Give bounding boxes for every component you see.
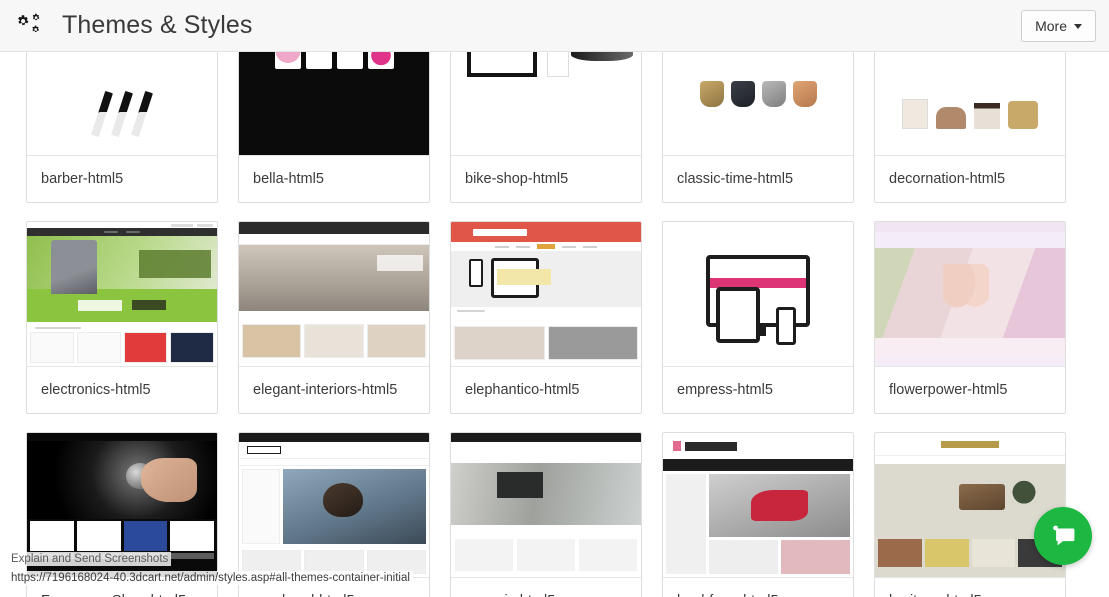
theme-thumbnail	[27, 222, 217, 367]
theme-thumbnail	[239, 222, 429, 367]
theme-card-elegant-interiors[interactable]: elegant-interiors-html5	[238, 221, 430, 414]
theme-card-bike-shop[interactable]: bike-shop-html5	[450, 52, 642, 203]
theme-card-heritage[interactable]: heritage-html5	[874, 432, 1066, 597]
more-button-label: More	[1035, 18, 1067, 34]
theme-name: classic-time-html5	[663, 156, 853, 202]
theme-card-empress[interactable]: empress-html5	[662, 221, 854, 414]
theme-thumbnail	[451, 433, 641, 578]
theme-card-elephantico[interactable]: elephantico-html5	[450, 221, 642, 414]
theme-card-barber[interactable]: barber-html5	[26, 52, 218, 203]
theme-name: empress-html5	[663, 367, 853, 413]
theme-name: heel-farm-html5	[663, 578, 853, 597]
theme-card-bella[interactable]: bella-html5	[238, 52, 430, 203]
themes-grid-viewport[interactable]: barber-html5 bella-html5 bike-shop-html5	[0, 52, 1109, 597]
theme-card-decornation[interactable]: decornation-html5	[874, 52, 1066, 203]
theme-name: genesis-html5	[451, 578, 641, 597]
chat-widget-button[interactable]	[1034, 507, 1092, 565]
theme-thumbnail	[239, 52, 429, 156]
theme-name: decornation-html5	[875, 156, 1065, 202]
theme-name: flowerpower-html5	[875, 367, 1065, 413]
theme-thumbnail	[663, 222, 853, 367]
theme-thumbnail	[875, 52, 1065, 156]
theme-thumbnail	[875, 433, 1065, 578]
theme-name: bike-shop-html5	[451, 156, 641, 202]
theme-thumbnail	[451, 52, 641, 156]
more-button[interactable]: More	[1021, 10, 1096, 42]
themes-grid: barber-html5 bella-html5 bike-shop-html5	[0, 52, 1109, 597]
theme-name: elephantico-html5	[451, 367, 641, 413]
theme-name: bella-html5	[239, 156, 429, 202]
cogs-icon	[14, 9, 48, 43]
page-title: Themes & Styles	[62, 11, 253, 39]
theme-card-electronics[interactable]: electronics-html5	[26, 221, 218, 414]
status-bar-url: https://7196168024-40.3dcart.net/admin/s…	[8, 571, 413, 585]
theme-card-classic-time[interactable]: classic-time-html5	[662, 52, 854, 203]
theme-thumbnail	[27, 52, 217, 156]
theme-name: elegant-interiors-html5	[239, 367, 429, 413]
screenshot-tooltip: Explain and Send Screenshots	[8, 552, 172, 566]
theme-card-flowerpower[interactable]: flowerpower-html5	[874, 221, 1066, 414]
theme-thumbnail	[663, 52, 853, 156]
app-header: Themes & Styles More	[0, 0, 1109, 52]
theme-card-heel-farm[interactable]: heel-farm-html5	[662, 432, 854, 597]
theme-card-genesis[interactable]: genesis-html5	[450, 432, 642, 597]
theme-name: electronics-html5	[27, 367, 217, 413]
chevron-down-icon	[1074, 23, 1082, 29]
theme-thumbnail	[451, 222, 641, 367]
theme-thumbnail	[239, 433, 429, 578]
theme-thumbnail	[875, 222, 1065, 367]
chat-bubble-icon	[1053, 525, 1075, 546]
theme-name: heritage-html5	[875, 578, 1065, 597]
theme-name: barber-html5	[27, 156, 217, 202]
theme-thumbnail	[663, 433, 853, 578]
